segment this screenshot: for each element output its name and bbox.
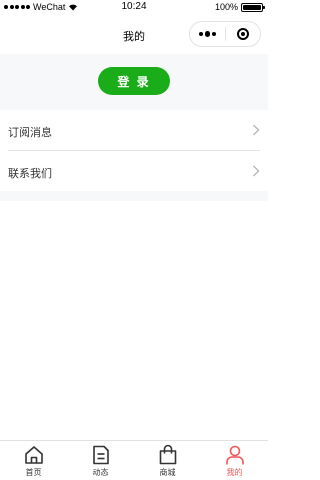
menu-item-subscribe-messages[interactable]: 订阅消息 — [0, 110, 268, 150]
tab-feed[interactable]: 动态 — [67, 441, 134, 480]
battery-percent: 100% — [214, 2, 238, 12]
battery-fill — [243, 4, 261, 10]
status-right: 100% — [214, 2, 265, 12]
nav-bar: 我的 — [0, 16, 268, 54]
document-icon — [92, 445, 109, 465]
tab-label: 商城 — [159, 468, 176, 477]
menu-item-label: 订阅消息 — [8, 127, 52, 139]
tab-label: 首页 — [25, 468, 42, 477]
menu-list: 订阅消息 联系我们 — [0, 110, 268, 191]
tab-home[interactable]: 首页 — [0, 441, 67, 480]
login-button[interactable]: 登 录 — [98, 67, 170, 95]
status-bar: WeChat 10:24 100% — [0, 0, 268, 16]
login-section: 登 录 — [0, 54, 268, 110]
menu-item-contact-us[interactable]: 联系我们 — [0, 151, 268, 191]
chevron-right-icon — [253, 124, 260, 136]
tab-label: 我的 — [226, 468, 243, 477]
tab-bar: 首页 动态 商城 我的 — [0, 440, 268, 480]
more-options-button[interactable] — [190, 22, 225, 46]
miniprogram-capsule — [189, 21, 261, 47]
home-icon — [24, 446, 43, 464]
chevron-right-icon — [253, 165, 260, 177]
close-miniprogram-button[interactable] — [226, 22, 260, 46]
tab-mall[interactable]: 商城 — [134, 441, 201, 480]
tab-label: 动态 — [92, 468, 109, 477]
target-icon — [236, 28, 249, 40]
menu-bottom-spacer — [0, 191, 268, 201]
user-icon — [225, 445, 244, 465]
menu-item-label: 联系我们 — [8, 168, 52, 180]
battery-icon — [241, 2, 265, 12]
shopping-bag-icon — [159, 444, 176, 465]
tab-mine[interactable]: 我的 — [201, 441, 268, 480]
screen: WeChat 10:24 100% 我的 登 录 订阅消息 联系我们 首页 动态… — [0, 0, 268, 480]
